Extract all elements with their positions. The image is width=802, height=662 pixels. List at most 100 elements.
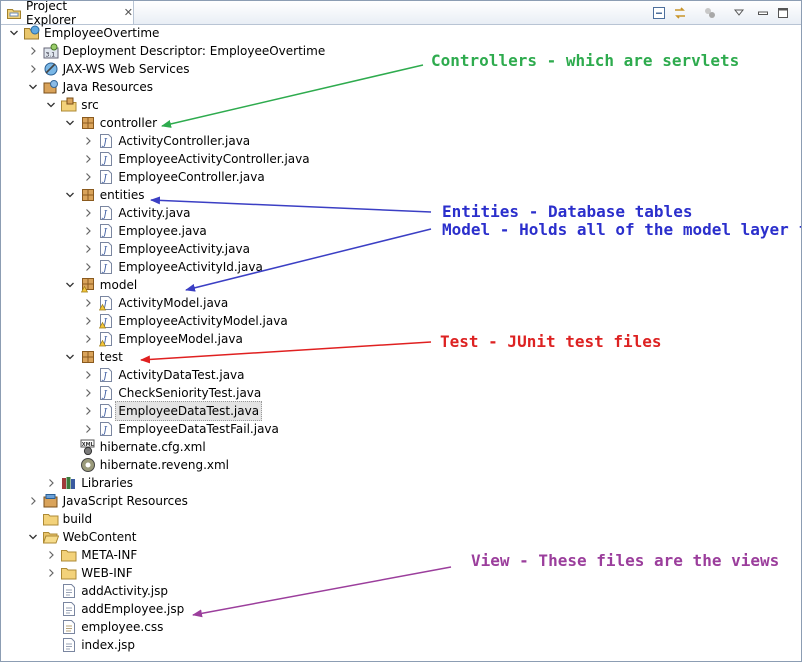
chevron-right-icon[interactable] <box>81 330 95 348</box>
tree-item-label: addActivity.jsp <box>81 584 168 598</box>
view-menu-icon[interactable] <box>731 5 747 21</box>
tree-item-label: hibernate.reveng.xml <box>99 458 230 472</box>
tree-item[interactable]: J Employee.java <box>81 222 207 240</box>
minimize-icon[interactable] <box>755 5 771 21</box>
maximize-icon[interactable] <box>775 5 791 21</box>
tree-item[interactable]: hibernate.reveng.xml <box>63 456 229 474</box>
tree-item-label: controller <box>99 116 158 130</box>
tree-item-label: WEB-INF <box>81 566 133 580</box>
chevron-right-icon[interactable] <box>81 384 95 402</box>
tree-item[interactable]: J EmployeeActivity.java <box>81 240 250 258</box>
chevron-right-icon[interactable] <box>81 222 95 240</box>
chevron-right-icon[interactable] <box>81 258 95 276</box>
project-explorer-view: Project Explorer ✕ EmployeeOvertime 3.1 De… <box>0 0 802 662</box>
web-services-icon <box>43 61 59 77</box>
tree-item[interactable]: WEB-INF <box>44 564 133 582</box>
chevron-right-icon[interactable] <box>44 564 58 582</box>
tree-item[interactable]: Java Resources <box>26 78 153 96</box>
tree-item[interactable]: WebContent <box>26 528 136 546</box>
tree-item[interactable]: J EmployeeModel.java <box>81 330 243 348</box>
tree-item[interactable]: J EmployeeActivityId.java <box>81 258 263 276</box>
chevron-right-icon[interactable] <box>81 132 95 150</box>
tree-item[interactable]: EmployeeOvertime <box>7 24 159 42</box>
link-with-editor-icon[interactable] <box>672 5 688 21</box>
tree-item-label: JavaScript Resources <box>62 494 188 508</box>
chevron-down-icon[interactable] <box>63 186 77 204</box>
tree-item[interactable]: J ActivityDataTest.java <box>81 366 245 384</box>
chevron-right-icon[interactable] <box>81 420 95 438</box>
tree-item[interactable]: J EmployeeDataTestFail.java <box>81 420 279 438</box>
tree-item[interactable]: index.jsp <box>44 636 135 654</box>
tree-item[interactable]: addEmployee.jsp <box>44 600 184 618</box>
tree-item[interactable]: XML hibernate.cfg.xml <box>63 438 206 456</box>
tree-item[interactable]: src <box>44 96 99 114</box>
tree-item[interactable]: Libraries <box>44 474 133 492</box>
chevron-right-icon[interactable] <box>44 546 58 564</box>
chevron-down-icon[interactable] <box>26 78 40 96</box>
tree-item[interactable]: J ActivityModel.java <box>81 294 228 312</box>
java-file-icon: J <box>98 169 114 185</box>
chevron-down-icon[interactable] <box>63 114 77 132</box>
chevron-down-icon[interactable] <box>44 96 58 114</box>
chevron-down-icon[interactable] <box>7 24 21 42</box>
chevron-right-icon[interactable] <box>81 294 95 312</box>
tree-item[interactable]: J EmployeeActivityController.java <box>81 150 310 168</box>
chevron-down-icon[interactable] <box>63 276 77 294</box>
chevron-right-icon[interactable] <box>26 60 40 78</box>
tree-item[interactable]: model <box>63 276 137 294</box>
tree-item[interactable]: entities <box>63 186 145 204</box>
tree-item[interactable]: controller <box>63 114 157 132</box>
tree-item-label: Libraries <box>81 476 134 490</box>
source-folder-icon <box>61 97 77 113</box>
focus-icon[interactable] <box>702 5 718 21</box>
tree-item-label: EmployeeActivityModel.java <box>118 314 288 328</box>
tree-item[interactable]: J ActivityController.java <box>81 132 250 150</box>
tree-item-label: employee.css <box>81 620 164 634</box>
chevron-right-icon[interactable] <box>81 312 95 330</box>
project-explorer-tab[interactable]: Project Explorer ✕ <box>1 0 134 27</box>
tree-item[interactable]: JavaScript Resources <box>26 492 188 510</box>
close-icon[interactable]: ✕ <box>124 6 133 19</box>
java-file-icon: J <box>98 367 114 383</box>
tree-item[interactable]: J CheckSeniorityTest.java <box>81 384 261 402</box>
chevron-right-icon[interactable] <box>81 240 95 258</box>
tree-item[interactable]: J EmployeeController.java <box>81 168 265 186</box>
project-explorer-icon <box>7 7 21 19</box>
tree-item-label: EmployeeOvertime <box>44 26 160 40</box>
chevron-right-icon[interactable] <box>44 474 58 492</box>
project-explorer-title: Project Explorer <box>26 0 76 27</box>
chevron-right-icon[interactable] <box>81 366 95 384</box>
collapse-all-icon[interactable] <box>651 5 667 21</box>
tree-item[interactable]: addActivity.jsp <box>44 582 168 600</box>
tree-item[interactable]: 3.1 Deployment Descriptor: EmployeeOverti… <box>26 42 325 60</box>
chevron-down-icon[interactable] <box>26 528 40 546</box>
chevron-right-icon[interactable] <box>81 150 95 168</box>
annotation-test: Test - JUnit test files <box>440 332 662 351</box>
chevron-right-icon[interactable] <box>81 204 95 222</box>
tree-item[interactable]: employee.css <box>44 618 163 636</box>
folder-open-icon <box>42 529 59 545</box>
tree-item[interactable]: META-INF <box>44 546 137 564</box>
tree-item[interactable]: J EmployeeActivityModel.java <box>81 312 288 330</box>
svg-text:3.1: 3.1 <box>45 52 55 59</box>
chevron-right-icon[interactable] <box>26 42 40 60</box>
tree-item[interactable]: build <box>26 510 92 528</box>
chevron-down-icon[interactable] <box>63 348 77 366</box>
css-file-icon <box>61 619 77 635</box>
tree-item[interactable]: test <box>63 348 123 366</box>
java-file-icon: J <box>98 151 114 167</box>
chevron-right-icon[interactable] <box>81 168 95 186</box>
folder-icon <box>42 511 59 527</box>
java-file-icon: J <box>98 259 114 275</box>
java-file-icon: J <box>98 205 114 221</box>
tree-item-label: entities <box>99 188 145 202</box>
jsp-file-icon <box>61 601 77 617</box>
tree-item[interactable]: J Activity.java <box>81 204 191 222</box>
java-file-icon: J <box>98 421 114 437</box>
tree-item[interactable]: J EmployeeDataTest.java <box>81 401 263 421</box>
tree-item[interactable]: JAX-WS Web Services <box>26 60 189 78</box>
chevron-right-icon[interactable] <box>26 492 40 510</box>
chevron-right-icon[interactable] <box>81 402 95 420</box>
